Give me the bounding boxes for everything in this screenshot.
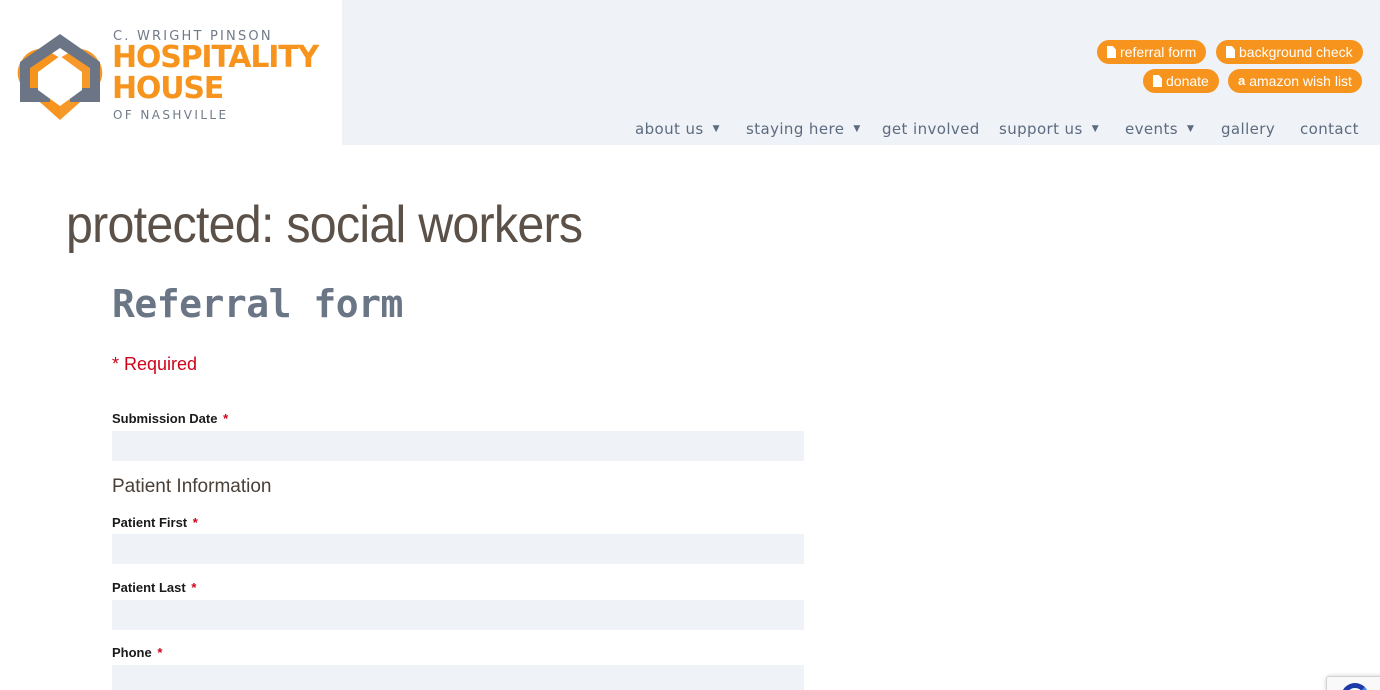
nav-label: staying here — [746, 120, 845, 138]
caret-down-icon: ▼ — [1091, 124, 1100, 134]
required-star: * — [192, 515, 198, 530]
site-logo[interactable]: C. WRIGHT PINSON HOSPITALITY HOUSE OF NA… — [0, 0, 342, 145]
logo-word-hospitality: HOSPITALITY — [112, 40, 319, 75]
nav-get-involved[interactable]: get involved — [882, 117, 980, 141]
nav-label: get involved — [882, 120, 980, 138]
recaptcha-badge[interactable] — [1326, 676, 1380, 690]
required-star: * — [157, 645, 163, 660]
recaptcha-icon — [1341, 683, 1369, 690]
field-label-text: Submission Date — [112, 411, 218, 426]
nav-label: contact — [1300, 120, 1359, 138]
background-check-label: background check — [1239, 44, 1353, 60]
patient-last-input[interactable] — [112, 600, 804, 630]
caret-down-icon: ▼ — [712, 124, 720, 134]
nav-staying-here[interactable]: staying here ▼ — [746, 117, 861, 141]
logo-tagline-bottom: OF NASHVILLE — [113, 108, 229, 122]
phone-input[interactable] — [112, 665, 804, 690]
nav-label: support us — [999, 120, 1083, 138]
donate-link[interactable]: donate — [1143, 69, 1219, 93]
patient-last-label: Patient Last * — [112, 580, 196, 595]
required-star: * — [191, 580, 197, 595]
nav-support-us[interactable]: support us ▼ — [999, 117, 1099, 141]
page-title: protected: social workers — [66, 196, 583, 254]
submission-date-input[interactable] — [112, 431, 804, 461]
patient-first-label: Patient First * — [112, 515, 198, 530]
amazon-wish-list-label: amazon wish list — [1249, 73, 1352, 89]
patient-first-input[interactable] — [112, 534, 804, 564]
nav-contact[interactable]: contact — [1300, 117, 1359, 141]
referral-form-link[interactable]: referral form — [1097, 40, 1207, 64]
amazon-icon: a — [1238, 73, 1246, 88]
document-icon — [1226, 46, 1235, 58]
submission-date-label: Submission Date * — [112, 411, 228, 426]
nav-label: gallery — [1221, 120, 1276, 138]
form-title: Referral form — [112, 282, 403, 326]
field-label-text: Patient Last — [112, 580, 186, 595]
nav-label: about us — [635, 120, 704, 138]
logo-word-house: HOUSE — [112, 71, 224, 106]
nav-gallery[interactable]: gallery — [1221, 117, 1275, 141]
required-note: * Required — [112, 354, 198, 374]
caret-down-icon: ▼ — [1186, 124, 1195, 134]
donate-label: donate — [1166, 73, 1209, 89]
nav-about-us[interactable]: about us ▼ — [635, 117, 720, 141]
referral-form-label: referral form — [1120, 44, 1197, 60]
background-check-link[interactable]: background check — [1216, 40, 1363, 64]
field-label-text: Patient First — [112, 515, 188, 530]
required-star: * — [223, 411, 229, 426]
document-icon — [1107, 46, 1116, 58]
house-heart-logo-icon — [17, 34, 103, 120]
field-label-text: Phone — [112, 645, 152, 660]
amazon-wish-list-link[interactable]: a amazon wish list — [1228, 69, 1362, 93]
patient-information-heading: Patient Information — [112, 476, 272, 497]
nav-events[interactable]: events ▼ — [1125, 117, 1194, 141]
document-icon — [1153, 75, 1162, 87]
nav-label: events — [1125, 120, 1178, 138]
phone-label: Phone * — [112, 645, 162, 660]
caret-down-icon: ▼ — [853, 124, 861, 134]
